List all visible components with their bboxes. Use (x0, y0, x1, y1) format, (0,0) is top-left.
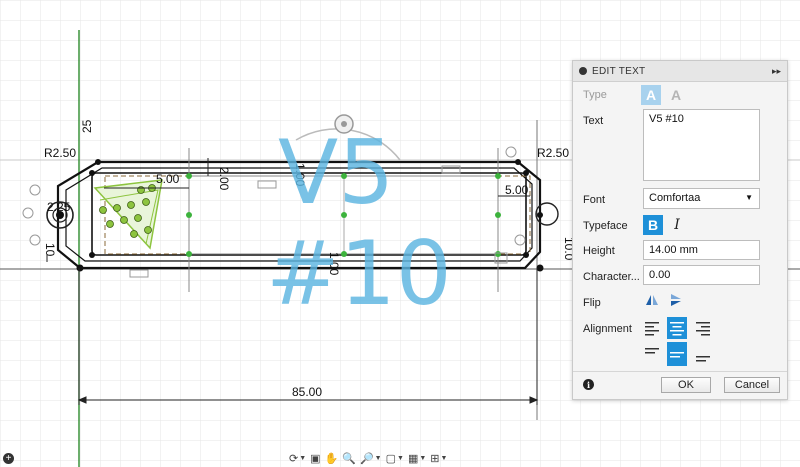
alignment-label: Alignment (583, 323, 632, 335)
fit-icon[interactable]: 🔎 ▼ (360, 452, 382, 465)
display-settings-icon[interactable]: ▢ ▼ (386, 452, 404, 465)
info-icon[interactable]: i (583, 379, 594, 390)
dialog-footer-divider (573, 371, 787, 372)
add-icon[interactable]: + (3, 453, 14, 464)
font-select[interactable]: Comfortaa ▼ (643, 188, 760, 209)
bold-button[interactable]: B (643, 215, 663, 235)
zoom-icon[interactable]: 🔍 (342, 452, 356, 465)
dim-r-left[interactable]: R2.50 (44, 146, 76, 160)
dialog-header[interactable]: EDIT TEXT ▸▸ (573, 61, 787, 82)
type-text-on-path-button[interactable]: A (666, 85, 686, 105)
grid-settings-icon[interactable]: ▦ ▼ (408, 452, 426, 465)
font-select-value: Comfortaa (649, 192, 701, 204)
height-label: Height (583, 245, 615, 257)
text-preview-line2[interactable]: #10 (266, 222, 452, 325)
navigation-toolbar: ⟳ ▼ ▣ ✋ 🔍 🔎 ▼ ▢ ▼ ▦ ▼ ⊞ ▼ (289, 450, 447, 467)
collapse-icon[interactable] (579, 67, 587, 75)
dim-10-left[interactable]: 10 (43, 243, 57, 257)
italic-button[interactable]: I (667, 215, 687, 235)
dim-2-00[interactable]: 2.00 (217, 167, 231, 191)
edit-text-dialog: EDIT TEXT ▸▸ Type A A Text V5 #10 Font C… (572, 60, 788, 400)
pan-icon[interactable]: ✋ (325, 452, 339, 465)
expand-icon[interactable]: ▸▸ (772, 66, 781, 77)
look-at-icon[interactable]: ▣ (310, 452, 320, 465)
align-center-button[interactable] (667, 317, 687, 339)
viewports-icon[interactable]: ⊞ ▼ (430, 452, 447, 465)
ok-button[interactable]: OK (661, 377, 711, 393)
type-label: Type (583, 89, 607, 101)
dim-25[interactable]: 25 (80, 119, 94, 133)
flip-horizontal-icon[interactable] (645, 293, 659, 307)
orbit-icon[interactable]: ⟳ ▼ (289, 452, 306, 465)
dim-85-00[interactable]: 85.00 (292, 385, 322, 399)
cancel-button[interactable]: Cancel (724, 377, 780, 393)
text-preview-line1[interactable]: V5 (278, 121, 394, 224)
text-label: Text (583, 115, 604, 127)
dim-2-25[interactable]: 2.25 (47, 200, 71, 214)
flip-vertical-icon[interactable] (669, 293, 683, 307)
chevron-down-icon: ▼ (745, 193, 753, 202)
dim-5-00-right[interactable]: 5.00 (505, 183, 529, 197)
align-middle-button[interactable] (667, 342, 687, 366)
align-right-icon[interactable] (692, 318, 712, 338)
dim-r-right[interactable]: R2.50 (537, 146, 569, 160)
flip-label: Flip (583, 297, 601, 309)
height-input[interactable]: 14.00 mm (643, 240, 760, 260)
type-text-button[interactable]: A (641, 85, 661, 105)
dim-5-00-left[interactable]: 5.00 (156, 172, 180, 186)
align-left-icon[interactable] (643, 318, 663, 338)
align-middle-icon (670, 352, 684, 358)
typeface-label: Typeface (583, 220, 628, 232)
text-input[interactable]: V5 #10 (643, 109, 760, 181)
align-top-icon[interactable] (643, 344, 663, 364)
align-bottom-icon[interactable] (692, 344, 712, 364)
align-center-icon (670, 322, 684, 336)
font-label: Font (583, 194, 606, 206)
character-spacing-label: Character... (583, 271, 640, 283)
dialog-title: EDIT TEXT (592, 65, 646, 77)
character-spacing-input[interactable]: 0.00 (643, 265, 760, 285)
